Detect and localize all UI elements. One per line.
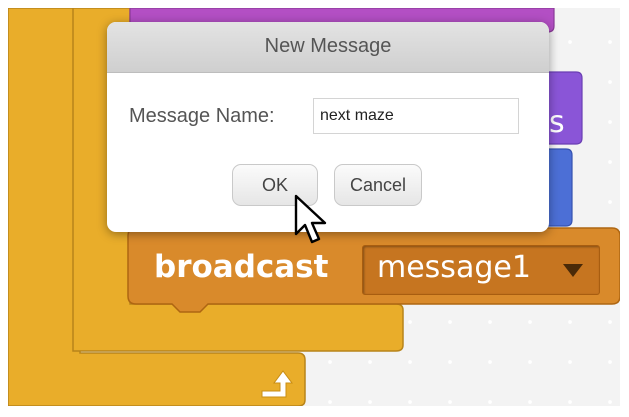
message-name-input[interactable] — [313, 98, 519, 134]
dialog-header[interactable]: New Message — [107, 22, 549, 73]
looks-block-fragment: s — [549, 105, 565, 140]
message-name-row: Message Name: — [129, 98, 549, 134]
dialog-title: New Message — [264, 35, 392, 57]
mouse-pointer-icon — [294, 194, 327, 244]
new-message-dialog: New Message Message Name: OK Cancel — [107, 22, 549, 232]
cancel-button[interactable]: Cancel — [334, 164, 422, 206]
dropdown-arrow-icon[interactable] — [563, 264, 583, 277]
broadcast-label: broadcast — [154, 249, 329, 285]
message-dropdown-value: message1 — [377, 250, 531, 285]
message-name-label: Message Name: — [129, 105, 275, 127]
message-dropdown[interactable]: message1 — [362, 245, 600, 295]
loop-return-arrow-icon — [261, 370, 293, 398]
